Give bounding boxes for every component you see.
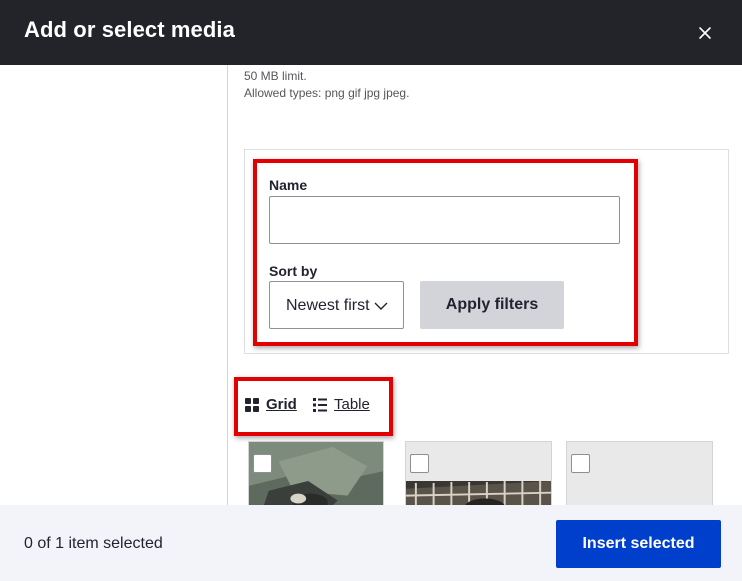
media-item[interactable] (405, 441, 552, 505)
dialog-footer: 0 of 1 item selected Insert selected (0, 505, 742, 581)
sort-by-label: Sort by (269, 263, 318, 279)
media-item-checkbox[interactable] (253, 454, 272, 473)
selection-count: 0 of 1 item selected (24, 535, 163, 552)
media-item-checkbox[interactable] (571, 454, 590, 473)
media-item[interactable] (566, 441, 713, 505)
sort-by-select[interactable]: Newest first (269, 281, 404, 329)
chevron-down-icon (374, 302, 388, 310)
allowed-types-text: Allowed types: png gif jpg jpeg. (244, 86, 410, 100)
upload-help-text: 50 MB limit. Allowed types: png gif jpg … (244, 68, 409, 102)
close-icon (699, 27, 711, 39)
media-type-sidebar (0, 65, 228, 505)
name-filter-input[interactable] (269, 196, 620, 244)
dialog-title: Add or select media (24, 17, 235, 42)
name-label: Name (269, 177, 308, 193)
size-limit-text: 50 MB limit. (244, 69, 307, 83)
media-thumbnail (406, 442, 551, 505)
filters-panel: Name Sort by Newest first Apply filters (244, 149, 729, 354)
media-thumbnail (249, 442, 383, 505)
media-library-content: 50 MB limit. Allowed types: png gif jpg … (229, 65, 742, 505)
grid-view-link[interactable]: Grid (245, 396, 297, 413)
list-icon (313, 397, 327, 412)
table-view-link[interactable]: Table (313, 396, 370, 413)
grid-icon (245, 397, 259, 412)
apply-filters-button[interactable]: Apply filters (420, 281, 564, 329)
sort-by-value: Newest first (286, 297, 370, 314)
dialog-titlebar: Add or select media (0, 0, 742, 65)
media-item[interactable] (248, 441, 384, 505)
table-view-label: Table (334, 396, 370, 413)
insert-selected-button[interactable]: Insert selected (556, 520, 721, 568)
media-item-checkbox[interactable] (410, 454, 429, 473)
close-button[interactable] (690, 18, 720, 48)
grid-view-label: Grid (266, 396, 297, 413)
